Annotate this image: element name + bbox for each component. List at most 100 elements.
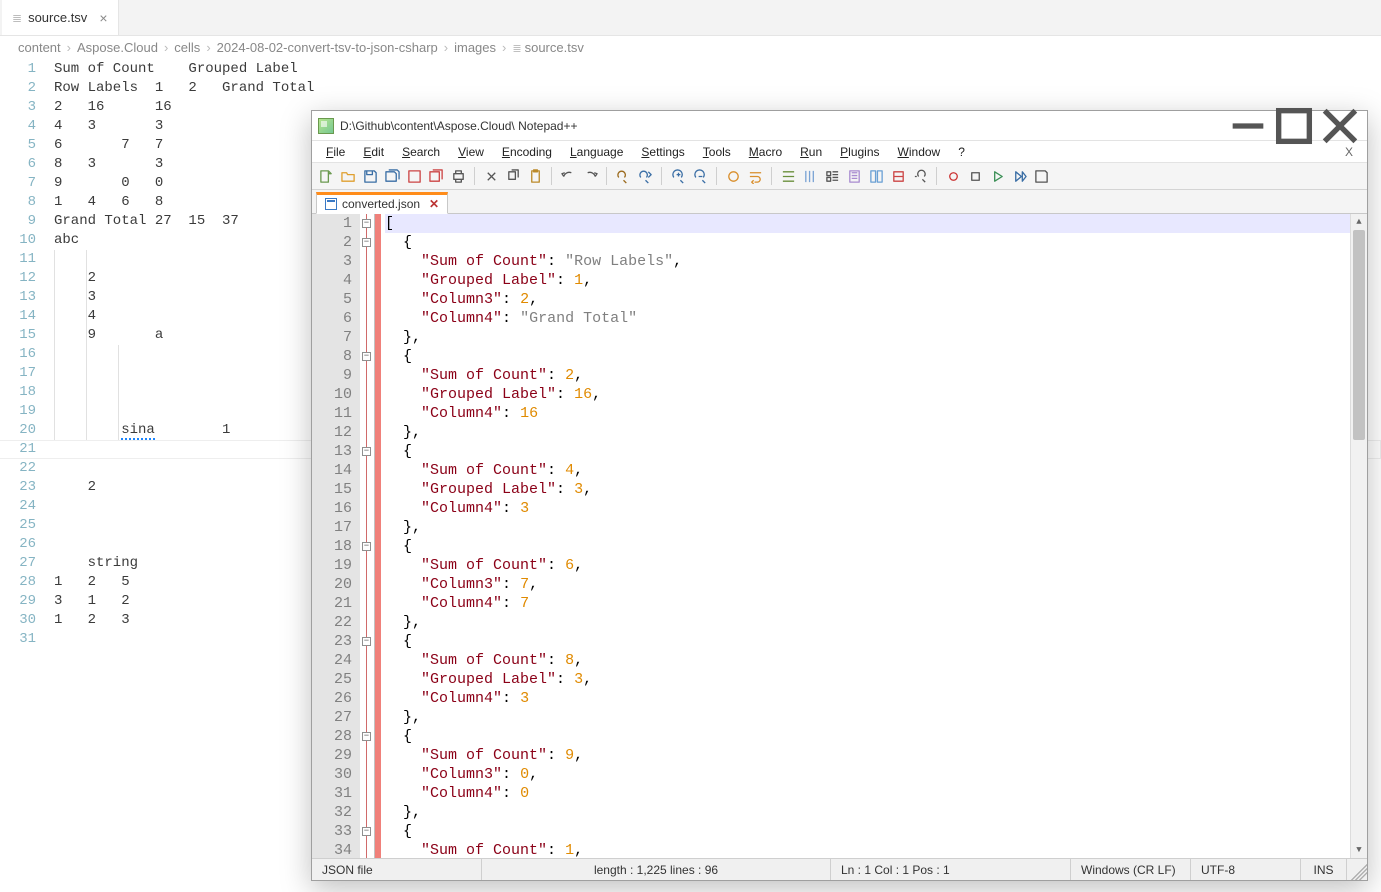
fold-toggle-icon[interactable]: −	[362, 827, 371, 836]
minimize-button[interactable]	[1225, 111, 1271, 141]
fold-toggle-icon[interactable]: −	[362, 219, 371, 228]
code-line[interactable]: "Column3": 7,	[385, 575, 1350, 594]
menu-window[interactable]: Window	[890, 143, 949, 161]
code-line[interactable]: },	[385, 803, 1350, 822]
menubar[interactable]: FileEditSearchViewEncodingLanguageSettin…	[312, 141, 1367, 163]
breadcrumb[interactable]: content›Aspose.Cloud›cells›2024-08-02-co…	[0, 36, 1381, 58]
fold-toggle-icon[interactable]: −	[362, 732, 371, 741]
fold-toggle-icon[interactable]: −	[362, 637, 371, 646]
scroll-thumb[interactable]	[1353, 230, 1365, 440]
menu-file[interactable]: File	[318, 143, 353, 161]
code-line[interactable]: "Grouped Label": 1,	[385, 271, 1350, 290]
fold-toggle-icon[interactable]: −	[362, 447, 371, 456]
close-file-icon[interactable]	[404, 166, 424, 186]
replace-icon[interactable]	[635, 166, 655, 186]
breadcrumb-segment[interactable]: content	[18, 40, 61, 55]
code-line[interactable]: "Grouped Label": 3,	[385, 670, 1350, 689]
code-line[interactable]: {	[385, 233, 1350, 252]
code-line[interactable]: "Sum of Count": 6,	[385, 556, 1350, 575]
menu-run[interactable]: Run	[792, 143, 830, 161]
code-line[interactable]: {	[385, 727, 1350, 746]
code-line[interactable]: "Grouped Label": 16,	[385, 385, 1350, 404]
code-line[interactable]: "Column4": "Grand Total"	[385, 309, 1350, 328]
menu-macro[interactable]: Macro	[741, 143, 790, 161]
code-line[interactable]: {	[385, 347, 1350, 366]
fold-toggle-icon[interactable]: −	[362, 542, 371, 551]
editor-tab-source-tsv[interactable]: ≣ source.tsv ×	[2, 0, 119, 35]
copy-icon[interactable]	[503, 166, 523, 186]
fold-toggle-icon[interactable]: −	[362, 352, 371, 361]
menu-edit[interactable]: Edit	[355, 143, 392, 161]
indent-guide-icon[interactable]	[800, 166, 820, 186]
code-line[interactable]: "Column3": 2,	[385, 290, 1350, 309]
monitor-icon[interactable]	[910, 166, 930, 186]
code-line[interactable]: },	[385, 613, 1350, 632]
menu-encoding[interactable]: Encoding	[494, 143, 560, 161]
show-all-icon[interactable]	[778, 166, 798, 186]
menu-view[interactable]: View	[450, 143, 492, 161]
close-all-icon[interactable]	[426, 166, 446, 186]
doc-map-icon[interactable]	[844, 166, 864, 186]
code-line[interactable]: {	[385, 632, 1350, 651]
code-line[interactable]: "Column4": 3	[385, 689, 1350, 708]
code-line[interactable]: "Sum of Count": 2,	[385, 366, 1350, 385]
code-line[interactable]: "Column3": 0,	[385, 765, 1350, 784]
maximize-button[interactable]	[1271, 111, 1317, 141]
code-line[interactable]: },	[385, 518, 1350, 537]
cut-icon[interactable]	[481, 166, 501, 186]
code-line[interactable]: "Column4": 0	[385, 784, 1350, 803]
wrap-icon[interactable]	[745, 166, 765, 186]
titlebar[interactable]: D:\Github\content\Aspose.Cloud\ Notepad+…	[312, 111, 1367, 141]
code-line[interactable]: },	[385, 328, 1350, 347]
redo-icon[interactable]	[580, 166, 600, 186]
code-line[interactable]: "Sum of Count": "Row Labels",	[385, 252, 1350, 271]
find-icon[interactable]	[613, 166, 633, 186]
toolbar[interactable]	[312, 163, 1367, 190]
menu-tools[interactable]: Tools	[695, 143, 739, 161]
fold-column[interactable]: − − − − − − − −	[360, 214, 374, 858]
code-line[interactable]: [	[385, 214, 1350, 233]
new-file-icon[interactable]	[316, 166, 336, 186]
save-macro-icon[interactable]	[1031, 166, 1051, 186]
resize-grip-icon[interactable]	[1347, 859, 1367, 880]
undo-icon[interactable]	[558, 166, 578, 186]
code-line[interactable]: },	[385, 423, 1350, 442]
breadcrumb-segment[interactable]: images	[454, 40, 496, 55]
close-icon[interactable]: ×	[99, 10, 107, 26]
breadcrumb-segment[interactable]: ≣source.tsv	[512, 40, 583, 55]
code-line[interactable]: Row Labels 1 2 Grand Total	[54, 79, 1381, 98]
sync-icon[interactable]	[723, 166, 743, 186]
code-line[interactable]: "Column4": 16	[385, 404, 1350, 423]
menu-language[interactable]: Language	[562, 143, 631, 161]
menu-settings[interactable]: Settings	[633, 143, 692, 161]
record-macro-icon[interactable]	[943, 166, 963, 186]
code-line[interactable]: "Sum of Count": 4,	[385, 461, 1350, 480]
code-line[interactable]: {	[385, 537, 1350, 556]
tab-converted-json[interactable]: converted.json ✕	[316, 192, 448, 214]
menu-search[interactable]: Search	[394, 143, 448, 161]
code-content[interactable]: [ { "Sum of Count": "Row Labels", "Group…	[381, 214, 1350, 858]
scroll-down-icon[interactable]: ▼	[1351, 842, 1367, 858]
code-line[interactable]: {	[385, 442, 1350, 461]
menu-plugins[interactable]: Plugins	[832, 143, 887, 161]
zoom-out-icon[interactable]	[690, 166, 710, 186]
scroll-up-icon[interactable]: ▲	[1351, 214, 1367, 230]
paste-icon[interactable]	[525, 166, 545, 186]
breadcrumb-segment[interactable]: 2024-08-02-convert-tsv-to-json-csharp	[217, 40, 438, 55]
open-file-icon[interactable]	[338, 166, 358, 186]
doc-list-icon[interactable]	[866, 166, 886, 186]
vertical-scrollbar[interactable]: ▲ ▼	[1350, 214, 1367, 858]
code-line[interactable]: Sum of Count Grouped Label	[54, 60, 1381, 79]
code-line[interactable]: "Sum of Count": 8,	[385, 651, 1350, 670]
close-button[interactable]	[1317, 111, 1363, 141]
save-icon[interactable]	[360, 166, 380, 186]
code-line[interactable]: "Sum of Count": 9,	[385, 746, 1350, 765]
print-icon[interactable]	[448, 166, 468, 186]
breadcrumb-segment[interactable]: cells	[174, 40, 200, 55]
code-line[interactable]: "Column4": 7	[385, 594, 1350, 613]
zoom-in-icon[interactable]	[668, 166, 688, 186]
func-list-icon[interactable]	[822, 166, 842, 186]
breadcrumb-segment[interactable]: Aspose.Cloud	[77, 40, 158, 55]
fold-toggle-icon[interactable]: −	[362, 238, 371, 247]
folder-workspace-icon[interactable]	[888, 166, 908, 186]
